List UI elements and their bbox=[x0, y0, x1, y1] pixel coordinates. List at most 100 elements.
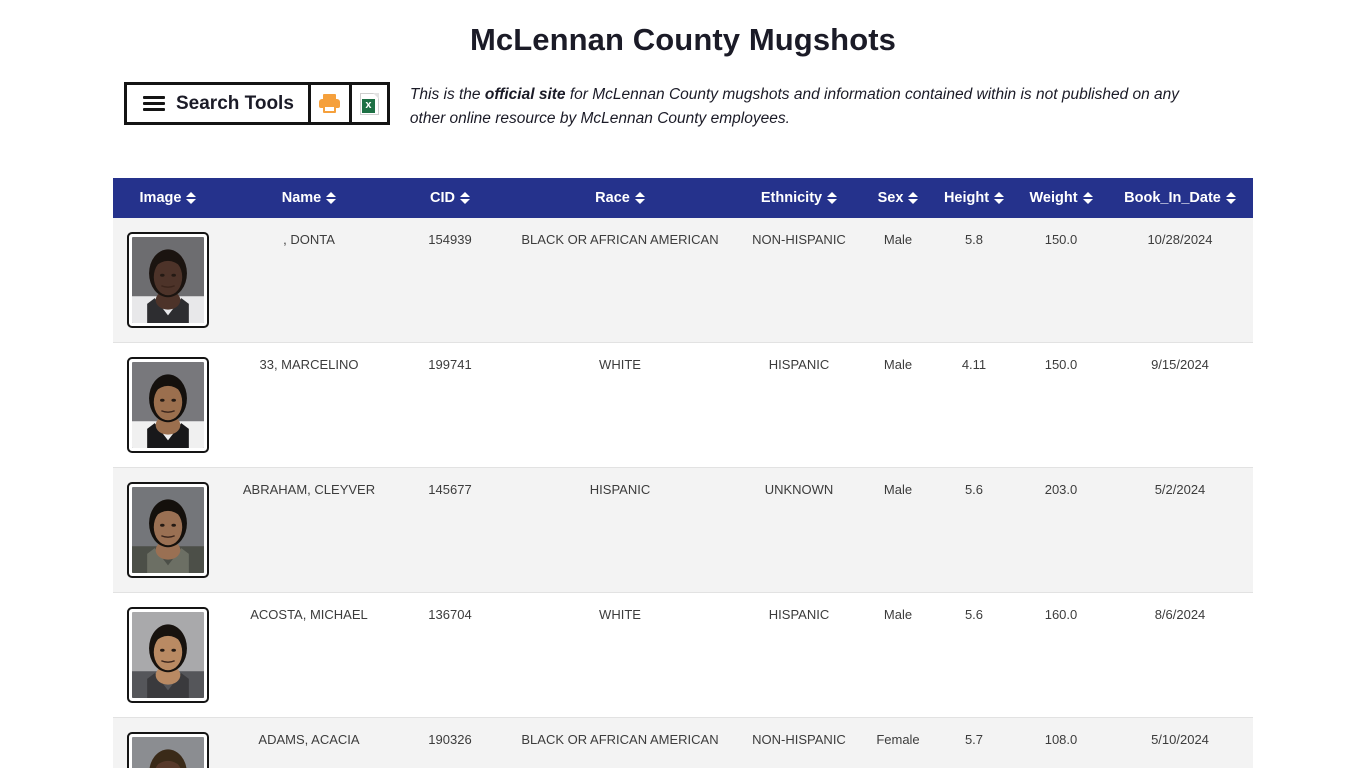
cell-cid: 145677 bbox=[395, 467, 505, 594]
sort-updown-icon[interactable] bbox=[827, 192, 838, 205]
column-header-book_in_date[interactable]: Book_In_Date bbox=[1107, 178, 1253, 219]
mugshot-image bbox=[132, 237, 204, 324]
column-header-cid[interactable]: CID bbox=[395, 178, 505, 219]
cell-image bbox=[113, 218, 223, 344]
column-header-inner: Name bbox=[282, 190, 337, 206]
mugshot-image bbox=[132, 362, 204, 449]
cell-name: ABRAHAM, CLEYVER bbox=[223, 467, 395, 594]
column-header-label: Book_In_Date bbox=[1124, 190, 1221, 207]
column-header-inner: CID bbox=[430, 190, 470, 206]
cell-ethnicity: NON-HISPANIC bbox=[735, 218, 863, 344]
cell-race: WHITE bbox=[505, 342, 735, 469]
column-header-inner: Height bbox=[943, 190, 1005, 207]
official-site-notice: This is the official site for McLennan C… bbox=[410, 83, 1180, 132]
column-header-image[interactable]: Image bbox=[113, 178, 223, 219]
cell-sex: Female bbox=[863, 717, 933, 768]
cell-sex: Male bbox=[863, 592, 933, 719]
toolbar-button-group: Search Tools x bbox=[124, 82, 390, 125]
cell-name: ADAMS, ACACIA bbox=[223, 717, 395, 768]
cell-race: WHITE bbox=[505, 592, 735, 719]
export-excel-button[interactable]: x bbox=[348, 85, 387, 122]
column-header-label: Height bbox=[943, 190, 990, 207]
cell-book-in-date: 5/10/2024 bbox=[1107, 717, 1253, 768]
excel-export-icon: x bbox=[359, 92, 379, 115]
cell-book-in-date: 9/15/2024 bbox=[1107, 342, 1253, 469]
sort-updown-icon[interactable] bbox=[326, 192, 337, 205]
cell-sex: Male bbox=[863, 467, 933, 594]
cell-sex: Male bbox=[863, 218, 933, 344]
sort-updown-icon[interactable] bbox=[186, 192, 197, 205]
cell-cid: 190326 bbox=[395, 717, 505, 768]
mugshot-photo[interactable] bbox=[127, 482, 209, 579]
cell-ethnicity: NON-HISPANIC bbox=[735, 717, 863, 768]
column-header-label: Sex bbox=[877, 190, 904, 207]
column-header-inner: Image bbox=[140, 190, 197, 206]
table-row[interactable]: ACOSTA, MICHAEL 136704 WHITE HISPANIC Male 5.… bbox=[113, 592, 1253, 719]
column-header-label: CID bbox=[430, 190, 455, 207]
column-header-inner: Sex bbox=[878, 190, 919, 206]
printer-icon bbox=[319, 94, 341, 113]
cell-height: 4.11 bbox=[933, 342, 1015, 469]
cell-height: 5.8 bbox=[933, 218, 1015, 344]
table-row[interactable]: ABRAHAM, CLEYVER 145677 HISPANIC UNKNOWN Mal… bbox=[113, 467, 1253, 594]
cell-weight: 150.0 bbox=[1015, 342, 1107, 469]
notice-text-before: This is the bbox=[409, 86, 485, 103]
sort-updown-icon[interactable] bbox=[908, 192, 919, 205]
cell-cid: 136704 bbox=[395, 592, 505, 719]
column-header-label: Weight bbox=[1029, 190, 1078, 207]
column-header-sex[interactable]: Sex bbox=[863, 178, 933, 219]
notice-bold-text: official site bbox=[484, 86, 566, 103]
sort-updown-icon[interactable] bbox=[459, 192, 470, 205]
column-header-name[interactable]: Name bbox=[223, 178, 395, 219]
cell-weight: 150.0 bbox=[1015, 218, 1107, 344]
sort-updown-icon[interactable] bbox=[634, 192, 645, 205]
sort-updown-icon[interactable] bbox=[1225, 192, 1236, 205]
search-tools-label: Search Tools bbox=[176, 92, 294, 114]
print-button[interactable] bbox=[310, 85, 349, 122]
cell-book-in-date: 5/2/2024 bbox=[1107, 467, 1253, 594]
column-header-inner: Book_In_Date bbox=[1124, 190, 1236, 206]
mugshot-image bbox=[132, 487, 204, 574]
cell-height: 5.6 bbox=[933, 467, 1015, 594]
cell-sex: Male bbox=[863, 342, 933, 469]
cell-weight: 108.0 bbox=[1015, 717, 1107, 768]
column-header-label: Race bbox=[595, 190, 630, 207]
cell-height: 5.6 bbox=[933, 592, 1015, 719]
column-header-label: Image bbox=[139, 190, 182, 207]
mugshot-photo[interactable] bbox=[127, 357, 209, 454]
column-header-weight[interactable]: Weight bbox=[1015, 178, 1107, 219]
cell-image bbox=[113, 342, 223, 469]
mugshot-photo[interactable] bbox=[127, 732, 209, 768]
cell-cid: 199741 bbox=[395, 342, 505, 469]
cell-weight: 203.0 bbox=[1015, 467, 1107, 594]
cell-ethnicity: UNKNOWN bbox=[735, 467, 863, 594]
column-header-inner: Ethnicity bbox=[761, 190, 838, 206]
table-row[interactable]: ADAMS, ACACIA 190326 BLACK OR AFRICAN AMER… bbox=[113, 717, 1253, 768]
mugshot-image bbox=[132, 737, 204, 768]
column-header-height[interactable]: Height bbox=[933, 178, 1015, 219]
table-header-row: Image Name CID Race Ethnicity Sex Height Weight… bbox=[113, 178, 1253, 219]
mugshot-image bbox=[132, 612, 204, 699]
cell-race: BLACK OR AFRICAN AMERICAN bbox=[505, 717, 735, 768]
cell-race: BLACK OR AFRICAN AMERICAN bbox=[505, 218, 735, 344]
cell-height: 5.7 bbox=[933, 717, 1015, 768]
table-row[interactable]: 33, MARCELINO 199741 WHITE HISPANIC Male 4.11… bbox=[113, 342, 1253, 469]
table-row[interactable]: , DONTA 154939 BLACK OR AFRICAN AMERICAN NO… bbox=[113, 218, 1253, 344]
column-header-race[interactable]: Race bbox=[505, 178, 735, 219]
cell-name: , DONTA bbox=[223, 218, 395, 344]
table-header: Image Name CID Race Ethnicity Sex Height Weight… bbox=[113, 178, 1253, 219]
hamburger-menu-icon bbox=[143, 96, 165, 111]
column-header-label: Name bbox=[281, 190, 322, 207]
cell-name: 33, MARCELINO bbox=[223, 342, 395, 469]
column-header-ethnicity[interactable]: Ethnicity bbox=[735, 178, 863, 219]
mugshot-photo[interactable] bbox=[127, 607, 209, 704]
sort-updown-icon[interactable] bbox=[994, 192, 1005, 205]
sort-updown-icon[interactable] bbox=[1082, 192, 1093, 205]
mugshots-table-container: Image Name CID Race Ethnicity Sex Height Weight… bbox=[113, 178, 1253, 768]
cell-book-in-date: 10/28/2024 bbox=[1107, 218, 1253, 344]
search-tools-button[interactable]: Search Tools bbox=[127, 85, 311, 122]
cell-ethnicity: HISPANIC bbox=[735, 592, 863, 719]
page-title: McLennan County Mugshots bbox=[469, 22, 897, 57]
cell-name: ACOSTA, MICHAEL bbox=[223, 592, 395, 719]
mugshot-photo[interactable] bbox=[127, 232, 209, 329]
